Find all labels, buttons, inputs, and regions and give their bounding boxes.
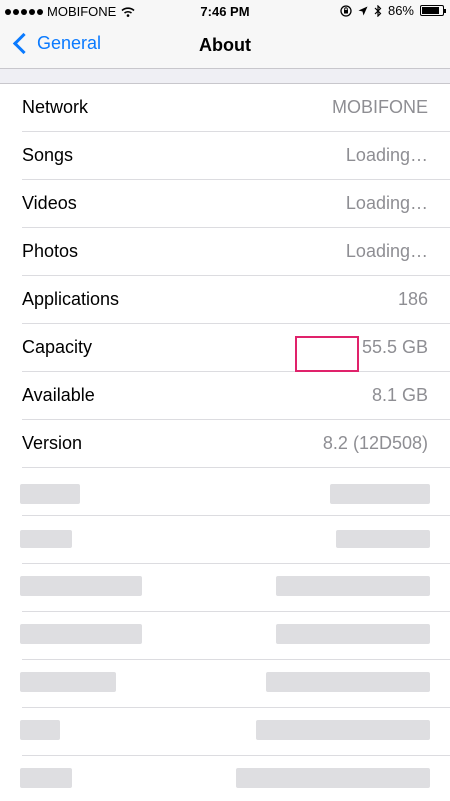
version-highlight-box [295,336,359,372]
row-value: 8.2 (12D508) [322,433,428,453]
separator [22,467,450,468]
row-value: Loading… [345,241,428,261]
status-right: 86% [340,3,446,18]
row-label: Photos [22,241,79,261]
navigation-bar: General About [0,22,450,69]
row-songs: Songs Loading… [0,132,450,180]
row-photos: Photos Loading… [0,228,450,276]
row-label: Videos [22,193,77,213]
battery-icon [420,5,446,16]
row-label: Applications [22,289,120,309]
row-value: MOBIFONE [331,97,428,117]
row-capacity: Capacity 55.5 GB [0,324,450,372]
row-applications: Applications 186 [0,276,450,324]
row-label: Network [22,97,89,117]
bluetooth-icon [374,4,382,17]
orientation-lock-icon [340,4,352,17]
row-network: Network MOBIFONE [0,84,450,132]
row-value: Loading… [345,193,428,213]
row-value: Loading… [345,145,428,165]
row-label: Songs [22,145,74,165]
row-version: Version 8.2 (12D508) [0,420,450,468]
row-available: Available 8.1 GB [0,372,450,420]
about-list: Network MOBIFONE Songs Loading… Videos L… [0,83,450,801]
row-label: Available [22,385,95,405]
row-videos: Videos Loading… [0,180,450,228]
row-label: Version [22,433,83,453]
status-bar: MOBIFONE 7:46 PM 86% [0,0,450,22]
location-arrow-icon [358,6,368,15]
row-value: 186 [397,289,428,309]
row-label: Capacity [22,337,93,357]
row-value: 55.5 GB [361,337,428,357]
row-value: 8.1 GB [371,385,428,405]
battery-fill [422,7,440,14]
page-title: About [199,35,251,55]
battery-percent: 86% [387,3,414,18]
